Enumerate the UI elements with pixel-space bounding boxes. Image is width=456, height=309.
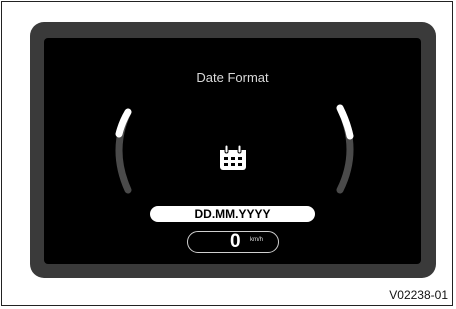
figure-code: V02238-01 <box>389 288 448 302</box>
cluster-display: Date Format DD.MM.YYYY 0 km/h <box>44 38 421 264</box>
speed-value: 0 <box>230 231 241 252</box>
calendar-icon <box>220 144 246 170</box>
date-format-value: DD.MM.YYYY <box>150 206 315 222</box>
speed-unit: km/h <box>250 237 264 243</box>
speedometer-readout: 0 km/h <box>187 231 279 253</box>
screen-title: Date Format <box>196 70 269 85</box>
